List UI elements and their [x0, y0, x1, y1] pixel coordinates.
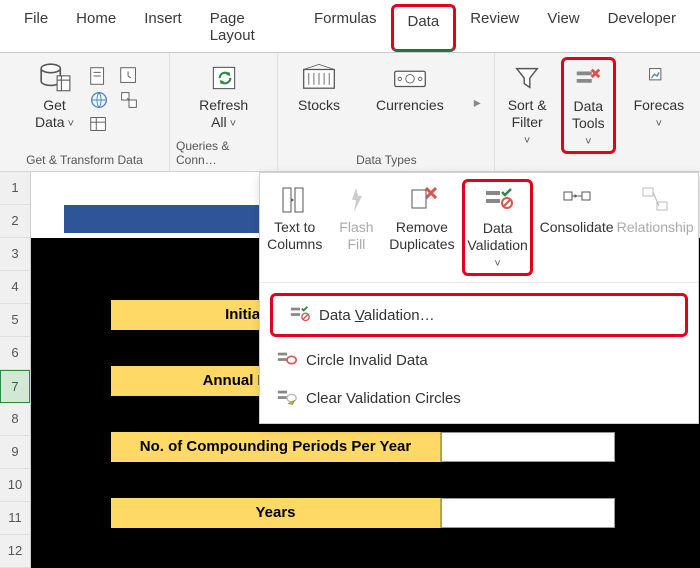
text-to-columns-button[interactable]: Text toColumns	[268, 179, 321, 257]
cell-periods[interactable]	[441, 432, 615, 462]
relationships-icon	[638, 183, 672, 217]
refresh-all-button[interactable]: RefreshAll	[193, 57, 254, 135]
text-to-columns-label: Text toColumns	[267, 219, 322, 253]
tab-insert[interactable]: Insert	[130, 4, 196, 52]
row-head-1[interactable]: 1	[0, 172, 30, 205]
row-head-10[interactable]: 10	[0, 469, 30, 502]
get-data-small-buttons-2	[118, 57, 140, 111]
label-years: Years	[111, 498, 441, 528]
row-head-4[interactable]: 4	[0, 271, 30, 304]
from-table-icon[interactable]	[88, 113, 110, 135]
forecast-label: Forecas	[630, 97, 688, 131]
consolidate-icon	[560, 183, 594, 217]
relationships-label: Relationship	[617, 219, 694, 236]
row-head-5[interactable]: 5	[0, 304, 30, 337]
menu-circle-invalid-label: Circle Invalid Data	[306, 352, 428, 369]
remove-duplicates-button[interactable]: RemoveDuplicates	[391, 179, 452, 257]
row-head-7[interactable]: 7	[0, 370, 30, 403]
menu-data-validation-label: Data Validation…	[319, 307, 435, 324]
worksheet[interactable]: Initial Balance Annual Interest Rate No.…	[31, 172, 700, 568]
data-validation-menu: Data Validation… Circle Invalid Data Cle…	[260, 283, 698, 423]
menu-clear-circles-label: Clear Validation Circles	[306, 390, 461, 407]
row-head-12[interactable]: 12	[0, 535, 30, 568]
database-icon	[38, 61, 72, 95]
tab-view[interactable]: View	[533, 4, 593, 52]
group-types-label: Data Types	[356, 149, 416, 167]
remove-dup-icon	[405, 183, 439, 217]
ribbon: GetData Get & Transform Data RefreshAll …	[0, 53, 700, 172]
currencies-icon	[393, 61, 427, 95]
currencies-button[interactable]: Currencies	[370, 57, 450, 118]
data-validation-icon	[481, 184, 515, 218]
row-head-8[interactable]: 8	[0, 403, 30, 436]
scroll-right-icon[interactable]: ▸	[474, 94, 481, 111]
consolidate-button[interactable]: Consolidate	[543, 179, 610, 240]
flash-fill-icon	[339, 183, 373, 217]
group-get-label: Get & Transform Data	[26, 149, 143, 167]
sort-filter-label: Sort &Filter	[507, 97, 546, 148]
clear-circles-icon	[276, 387, 298, 409]
refresh-icon	[207, 61, 241, 95]
tab-page-layout[interactable]: Page Layout	[196, 4, 300, 52]
tab-review[interactable]: Review	[456, 4, 533, 52]
row-head-6[interactable]: 6	[0, 337, 30, 370]
menu-data-validation[interactable]: Data Validation…	[270, 293, 688, 337]
data-validation-label: DataValidation	[467, 220, 527, 271]
get-data-small-buttons	[88, 57, 110, 135]
row-head-11[interactable]: 11	[0, 502, 30, 535]
data-tools-label: DataTools	[568, 98, 609, 149]
forecast-icon	[642, 61, 676, 95]
data-validation-menu-icon	[289, 304, 311, 326]
relationships-button: Relationship	[620, 179, 690, 240]
row-headers: 1 2 3 4 5 6 7 8 9 10 11 12	[0, 172, 31, 568]
stocks-icon	[302, 61, 336, 95]
forecast-button[interactable]: Forecas	[624, 57, 694, 135]
ribbon-tabs: File Home Insert Page Layout Formulas Da…	[0, 0, 700, 53]
row-head-2[interactable]: 2	[0, 205, 30, 238]
data-tools-button[interactable]: DataTools	[561, 57, 616, 154]
tab-data[interactable]: Data	[391, 4, 457, 52]
recent-icon[interactable]	[118, 65, 140, 87]
flash-fill-label: FlashFill	[339, 219, 373, 253]
tab-formulas[interactable]: Formulas	[300, 4, 391, 52]
data-tools-panel: Text toColumns FlashFill RemoveDuplicate…	[259, 172, 699, 424]
stocks-button[interactable]: Stocks	[292, 57, 346, 118]
connections-icon[interactable]	[118, 89, 140, 111]
tab-file[interactable]: File	[10, 4, 62, 52]
label-periods: No. of Compounding Periods Per Year	[111, 432, 441, 462]
currencies-label: Currencies	[376, 97, 444, 114]
funnel-icon	[510, 61, 544, 95]
tab-home[interactable]: Home	[62, 4, 130, 52]
from-web-icon[interactable]	[88, 89, 110, 111]
from-text-icon[interactable]	[88, 65, 110, 87]
cell-years[interactable]	[441, 498, 615, 528]
remove-dup-label: RemoveDuplicates	[389, 219, 454, 253]
group-queries-label: Queries & Conn…	[176, 135, 271, 167]
text-to-columns-icon	[278, 183, 312, 217]
row-head-3[interactable]: 3	[0, 238, 30, 271]
sort-filter-button[interactable]: Sort &Filter	[501, 57, 552, 152]
get-data-button[interactable]: GetData	[29, 57, 80, 135]
circle-invalid-icon	[276, 349, 298, 371]
get-data-label: GetData	[35, 97, 74, 131]
tab-developer[interactable]: Developer	[594, 4, 690, 52]
stocks-label: Stocks	[298, 97, 340, 114]
menu-clear-circles[interactable]: Clear Validation Circles	[260, 379, 698, 417]
flash-fill-button: FlashFill	[331, 179, 381, 257]
row-head-9[interactable]: 9	[0, 436, 30, 469]
consolidate-label: Consolidate	[540, 219, 614, 236]
refresh-all-label: RefreshAll	[199, 97, 248, 131]
menu-circle-invalid[interactable]: Circle Invalid Data	[260, 341, 698, 379]
data-validation-button[interactable]: DataValidation	[462, 179, 532, 276]
data-tools-icon	[571, 62, 605, 96]
